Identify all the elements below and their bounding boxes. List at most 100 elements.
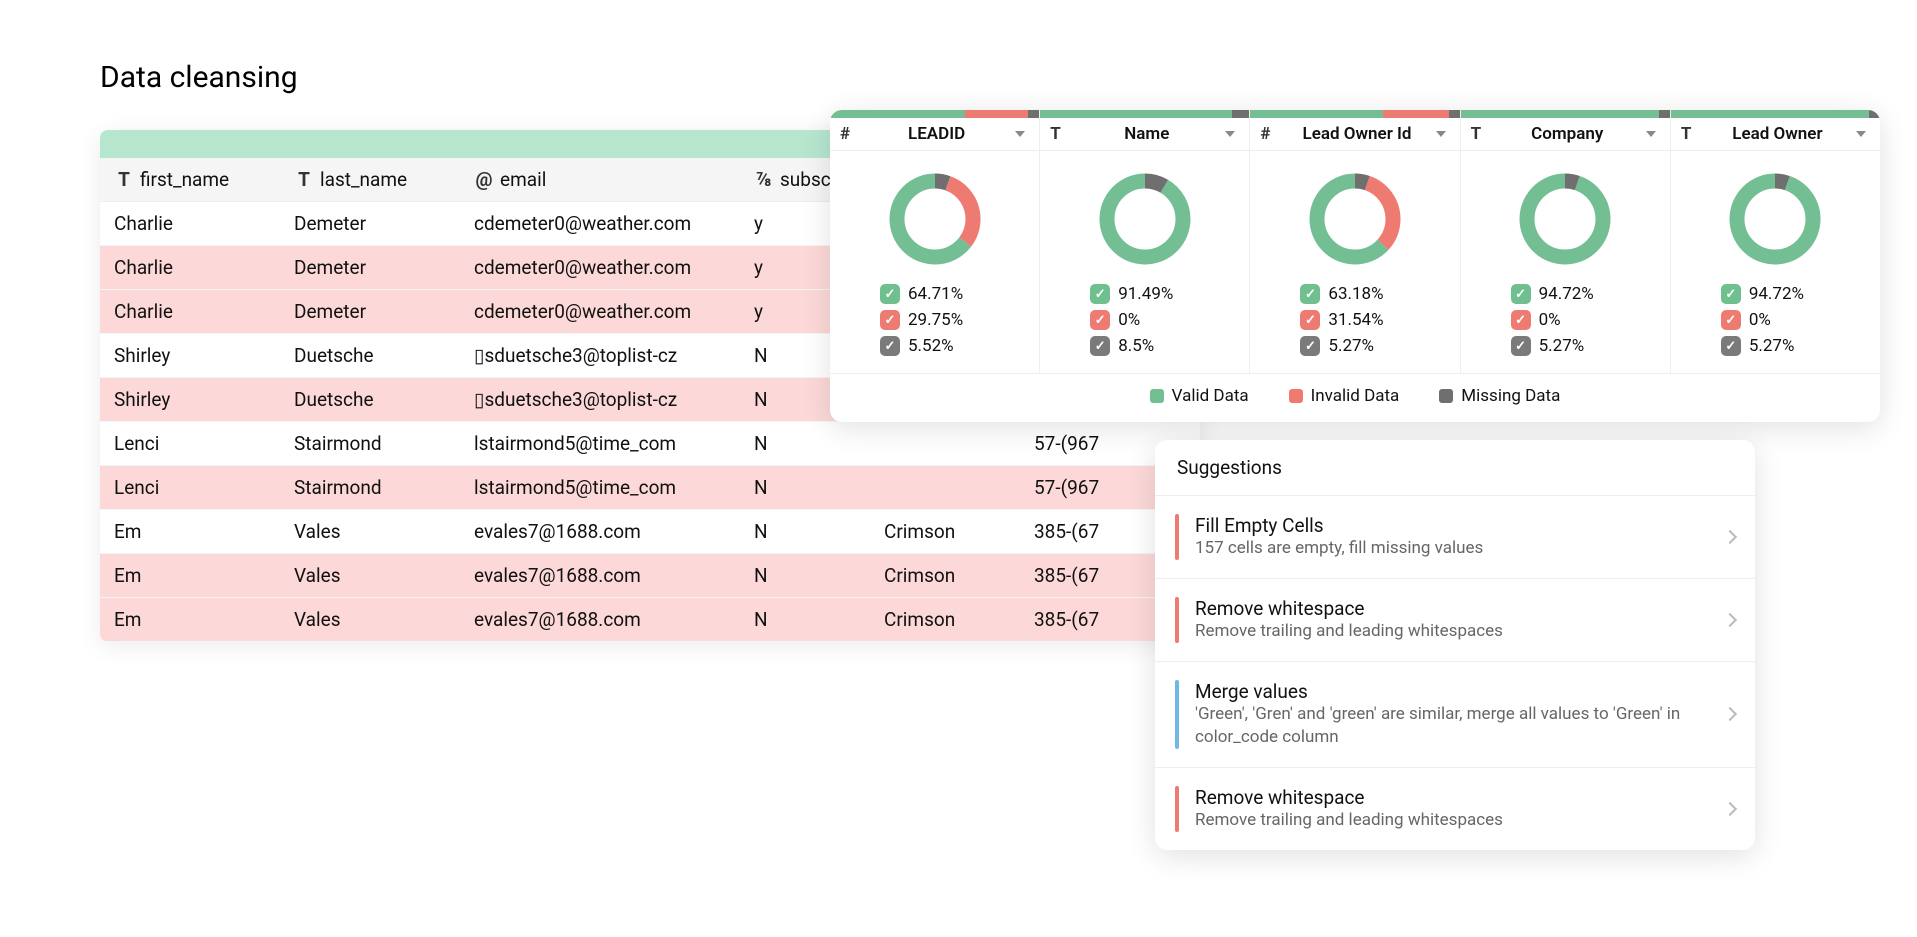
suggestions-panel: Suggestions Fill Empty Cells157 cells ar… — [1155, 440, 1755, 850]
legend-missing: Missing Data — [1439, 386, 1560, 406]
quality-column-name: Lead Owner — [1699, 124, 1856, 144]
stat-missing: ✓5.27% — [1721, 333, 1880, 359]
table-cell: Stairmond — [280, 466, 460, 510]
table-cell: Charlie — [100, 202, 280, 246]
table-cell: evales7@1688.com — [460, 510, 740, 554]
quality-column: TCompany ✓94.72%✓0%✓5.27% — [1461, 110, 1671, 373]
table-cell: Crimson — [870, 598, 1020, 642]
chevron-right-icon[interactable] — [1723, 530, 1737, 544]
suggestions-heading: Suggestions — [1155, 440, 1755, 496]
check-icon: ✓ — [880, 310, 900, 330]
table-cell: N — [740, 598, 870, 642]
column-type-icon: T — [114, 168, 134, 191]
column-type-icon: T — [294, 168, 314, 191]
check-icon: ✓ — [880, 336, 900, 356]
check-icon: ✓ — [1721, 336, 1741, 356]
check-icon: ✓ — [1300, 284, 1320, 304]
donut-chart-icon — [885, 169, 985, 269]
column-header[interactable]: Tlast_name — [280, 158, 460, 202]
table-row[interactable]: LenciStairmondlstairmond5@time_comN57-(9… — [100, 422, 1200, 466]
quality-column-header[interactable]: #Lead Owner Id — [1250, 118, 1459, 151]
quality-column-header[interactable]: TName — [1040, 118, 1249, 151]
check-icon: ✓ — [1090, 310, 1110, 330]
bar-missing-seg — [1232, 110, 1250, 118]
stat-invalid: ✓29.75% — [880, 307, 1039, 333]
table-cell: cdemeter0@weather.com — [460, 246, 740, 290]
suggestion-accent — [1175, 597, 1179, 643]
quality-column-name: Name — [1068, 124, 1225, 144]
quality-column-header[interactable]: TCompany — [1461, 118, 1670, 151]
column-label: first_name — [140, 168, 229, 191]
stat-valid: ✓91.49% — [1090, 281, 1249, 307]
chevron-down-icon[interactable] — [1436, 131, 1446, 137]
table-row[interactable]: EmValesevales7@1688.comNCrimson385-(67 — [100, 598, 1200, 642]
column-header[interactable]: @email — [460, 158, 740, 202]
table-cell: Em — [100, 598, 280, 642]
table-row[interactable]: EmValesevales7@1688.comNCrimson385-(67 — [100, 554, 1200, 598]
quality-stats: ✓94.72%✓0%✓5.27% — [1461, 277, 1670, 373]
check-icon: ✓ — [1511, 284, 1531, 304]
legend-invalid: Invalid Data — [1289, 386, 1400, 406]
donut-chart-icon — [1515, 169, 1615, 269]
chevron-right-icon[interactable] — [1723, 613, 1737, 627]
chevron-down-icon[interactable] — [1225, 131, 1235, 137]
column-type-icon: T — [1681, 124, 1699, 144]
chevron-right-icon[interactable] — [1723, 707, 1737, 721]
table-cell: Lenci — [100, 422, 280, 466]
bar-valid-seg — [1671, 110, 1869, 118]
chevron-down-icon[interactable] — [1646, 131, 1656, 137]
suggestion-title: Remove whitespace — [1195, 597, 1709, 620]
bar-valid-seg — [1040, 110, 1231, 118]
table-cell: cdemeter0@weather.com — [460, 290, 740, 334]
table-cell: Shirley — [100, 334, 280, 378]
table-cell — [870, 466, 1020, 510]
donut-wrap — [1671, 151, 1880, 277]
donut-chart-icon — [1305, 169, 1405, 269]
quality-legend: Valid Data Invalid Data Missing Data — [830, 373, 1880, 422]
stat-valid: ✓94.72% — [1721, 281, 1880, 307]
column-header[interactable]: Tfirst_name — [100, 158, 280, 202]
table-cell: Demeter — [280, 246, 460, 290]
quality-column-name: Company — [1489, 124, 1646, 144]
suggestion-item[interactable]: Remove whitespaceRemove trailing and lea… — [1155, 579, 1755, 662]
column-label: last_name — [320, 168, 407, 191]
legend-missing-label: Missing Data — [1461, 386, 1560, 406]
table-cell: N — [740, 422, 870, 466]
quality-column-name: Lead Owner Id — [1278, 124, 1435, 144]
table-row[interactable]: EmValesevales7@1688.comNCrimson385-(67 — [100, 510, 1200, 554]
suggestion-accent — [1175, 680, 1179, 749]
table-cell: cdemeter0@weather.com — [460, 202, 740, 246]
table-cell: evales7@1688.com — [460, 554, 740, 598]
bar-missing-seg — [1028, 110, 1040, 118]
stat-missing: ✓5.27% — [1511, 333, 1670, 359]
table-cell: ▯sduetsche3@toplist-cz — [460, 378, 740, 422]
legend-invalid-label: Invalid Data — [1311, 386, 1400, 406]
quality-bar — [1250, 110, 1459, 118]
chevron-right-icon[interactable] — [1723, 802, 1737, 816]
quality-column-header[interactable]: #LEADID — [830, 118, 1039, 151]
donut-wrap — [1250, 151, 1459, 277]
chevron-down-icon[interactable] — [1856, 131, 1866, 137]
quality-panel: #LEADID✓64.71%✓29.75%✓5.52%TName✓91.49%✓… — [830, 110, 1880, 422]
bar-valid-seg — [1250, 110, 1382, 118]
quality-column: #LEADID✓64.71%✓29.75%✓5.52% — [830, 110, 1040, 373]
page-title: Data cleansing — [100, 60, 1917, 95]
table-cell: Vales — [280, 598, 460, 642]
table-cell: lstairmond5@time_com — [460, 422, 740, 466]
table-cell: Em — [100, 510, 280, 554]
suggestion-item[interactable]: Merge values'Green', 'Gren' and 'green' … — [1155, 662, 1755, 768]
table-cell: Demeter — [280, 290, 460, 334]
chevron-down-icon[interactable] — [1015, 131, 1025, 137]
suggestion-desc: Remove trailing and leading whitespaces — [1195, 620, 1709, 643]
table-cell: N — [740, 554, 870, 598]
bar-valid-seg — [830, 110, 965, 118]
table-row[interactable]: LenciStairmondlstairmond5@time_comN57-(9… — [100, 466, 1200, 510]
quality-column-header[interactable]: TLead Owner — [1671, 118, 1880, 151]
column-type-icon: T — [1471, 124, 1489, 144]
table-cell: evales7@1688.com — [460, 598, 740, 642]
suggestion-item[interactable]: Fill Empty Cells157 cells are empty, fil… — [1155, 496, 1755, 579]
table-cell: Shirley — [100, 378, 280, 422]
swatch-invalid — [1289, 389, 1303, 403]
suggestion-item[interactable]: Remove whitespaceRemove trailing and lea… — [1155, 768, 1755, 850]
table-cell: Crimson — [870, 554, 1020, 598]
